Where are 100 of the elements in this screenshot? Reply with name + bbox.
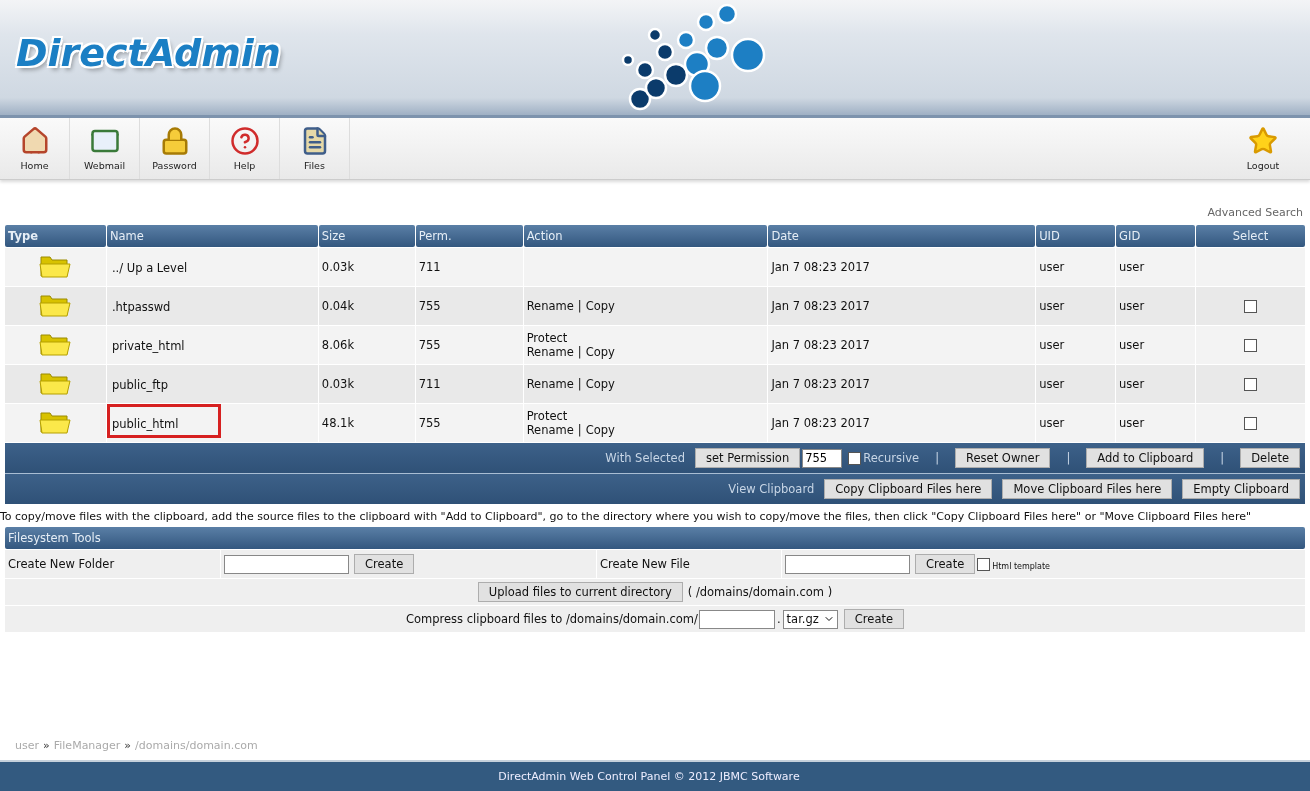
clipboard-note: To copy/move files with the clipboard, add the source files to the clipboard with "Add to Clipboard", go to the directory where you wish to copy/move the files, then click "Copy Clipboard Files here" or "Move Clipboard Files here" (0, 509, 1252, 525)
select-checkbox[interactable] (1244, 378, 1257, 391)
html-template-label: Html template (992, 561, 1051, 571)
select-checkbox[interactable] (1244, 417, 1257, 430)
separator-text: | (577, 299, 582, 313)
permission-text: 755 (418, 338, 441, 352)
permission-text: 755 (418, 416, 441, 430)
file-name-link[interactable]: public_ftp (106, 365, 211, 399)
nav-item[interactable]: Help (210, 118, 280, 179)
file-name-link[interactable]: ../ Up a Level (106, 248, 231, 282)
date-text: Jan 7 08:23 2017 (771, 260, 870, 274)
column-header: Action (523, 225, 768, 247)
logout-link[interactable]: Logout (1228, 118, 1298, 179)
file-name-link[interactable]: private_html (106, 326, 228, 360)
permission-text: 755 (418, 299, 441, 313)
help-icon (229, 126, 260, 156)
folder-icon (39, 331, 72, 356)
home-icon (19, 126, 50, 156)
column-header: Size (318, 225, 415, 247)
star-icon (1248, 126, 1278, 156)
protect-link[interactable]: Protect (526, 409, 568, 423)
column-header: Date (768, 225, 1036, 247)
clipboard-button[interactable]: Move Clipboard Files here (1002, 479, 1173, 499)
nav-item[interactable]: Home (0, 118, 70, 179)
path-text: ( /domains/domain.com ) (687, 585, 833, 599)
separator-text: | (1066, 451, 1071, 465)
gid-text: user (1119, 338, 1145, 352)
date-text: Jan 7 08:23 2017 (771, 416, 870, 430)
recursive-checkbox[interactable] (848, 451, 862, 465)
footer: DirectAdmin Web Control Panel © 2012 JBMC Software (0, 760, 1310, 791)
date-text: Jan 7 08:23 2017 (771, 299, 870, 313)
folder-icon (39, 292, 72, 317)
column-header: Select (1196, 225, 1305, 247)
permission-input[interactable]: 755 (802, 448, 843, 468)
folder-icon (39, 370, 72, 395)
size-text: 0.03k (321, 377, 355, 391)
logo: DirectAdmin (16, 30, 281, 75)
html-template-checkbox[interactable] (977, 557, 991, 571)
size-text: 0.04k (321, 299, 355, 313)
clipboard-button[interactable]: Copy Clipboard Files here (824, 479, 993, 499)
gid-text: user (1119, 299, 1145, 313)
size-text: 8.06k (321, 338, 355, 352)
nav-item[interactable]: Password (140, 118, 210, 179)
folder-icon (39, 253, 72, 278)
dot-text: . (776, 612, 781, 626)
separator-text: | (577, 377, 582, 391)
compress-button[interactable]: Create (843, 609, 905, 629)
clipboard-button[interactable]: Empty Clipboard (1182, 479, 1300, 499)
uid-text: user (1039, 338, 1065, 352)
permission-text: 711 (418, 377, 441, 391)
separator-text: | (577, 423, 582, 437)
separator-text: | (577, 345, 582, 359)
file-name-input[interactable] (785, 554, 910, 574)
action-link[interactable]: Rename (526, 299, 574, 313)
action-link[interactable]: Copy (585, 299, 615, 313)
size-text: 48.1k (321, 416, 355, 430)
bar-button[interactable]: Add to Clipboard (1086, 448, 1205, 468)
date-text: Jan 7 08:23 2017 (771, 338, 870, 352)
compress-label: Compress clipboard files to /domains/domain.com/ (405, 612, 698, 626)
format-select[interactable]: tar.gz (782, 609, 838, 629)
action-link[interactable]: Copy (585, 423, 615, 437)
separator-text: | (1220, 451, 1225, 465)
select-checkbox[interactable] (1244, 300, 1257, 313)
recursive-label: Recursive (863, 451, 920, 465)
folder-name-input[interactable] (224, 554, 349, 574)
column-header: Name (106, 225, 318, 247)
archive-name-input[interactable] (698, 609, 775, 629)
nav-item[interactable]: Files (280, 118, 350, 179)
highlighted-name-link[interactable]: public_html (106, 404, 222, 438)
separator-text: » (43, 739, 50, 752)
create-folder-label: Create New Folder (8, 557, 115, 571)
uid-text: user (1039, 299, 1065, 313)
with-selected-label: With Selected (605, 451, 685, 465)
create-file-button[interactable]: Create (915, 554, 976, 574)
column-header: GID (1116, 225, 1195, 247)
action-link[interactable]: Copy (585, 377, 615, 391)
date-text: Jan 7 08:23 2017 (771, 377, 870, 391)
create-folder-button[interactable]: Create (354, 554, 415, 574)
action-link[interactable]: Rename (526, 423, 574, 437)
file-name-link[interactable]: .htpasswd (106, 287, 214, 321)
protect-link[interactable]: Protect (526, 331, 568, 345)
set-permission-button[interactable]: set Permission (694, 448, 801, 468)
upload-button[interactable]: Upload files to current directory (477, 582, 683, 602)
advanced-search-link[interactable]: Advanced Search (4, 206, 1306, 219)
uid-text: user (1039, 260, 1065, 274)
section-header: Filesystem Tools (5, 527, 1305, 549)
uid-text: user (1039, 416, 1065, 430)
bar-button[interactable]: Reset Owner (955, 448, 1051, 468)
action-link[interactable]: Rename (526, 345, 574, 359)
gid-text: user (1119, 377, 1145, 391)
nav-item[interactable]: Webmail (70, 118, 140, 179)
select-checkbox[interactable] (1244, 339, 1257, 352)
view-clipboard-link[interactable]: View Clipboard (728, 482, 815, 496)
action-link[interactable]: Rename (526, 377, 574, 391)
uid-text: user (1039, 377, 1065, 391)
create-file-label: Create New File (600, 557, 690, 571)
action-link[interactable]: Copy (585, 345, 615, 359)
bar-button[interactable]: Delete (1240, 448, 1300, 468)
column-header: Perm. (415, 225, 523, 247)
column-header: UID (1036, 225, 1116, 247)
